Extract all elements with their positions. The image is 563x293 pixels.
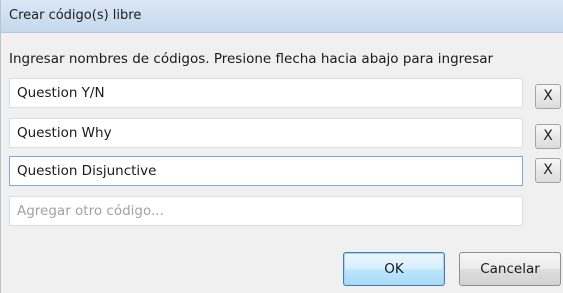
- instruction-text: Ingresar nombres de códigos. Presione fl…: [9, 51, 494, 67]
- new-code-input[interactable]: [9, 196, 523, 226]
- create-code-dialog: Crear código(s) libre Ingresar nombres d…: [0, 0, 563, 293]
- code-input-3[interactable]: [9, 156, 523, 186]
- dialog-title: Crear código(s) libre: [9, 8, 142, 23]
- code-input-2[interactable]: [9, 118, 523, 148]
- ok-button[interactable]: OK: [343, 252, 445, 286]
- title-bar: Crear código(s) libre: [1, 0, 563, 33]
- remove-code-1-button[interactable]: X: [535, 84, 561, 109]
- remove-code-3-button[interactable]: X: [535, 158, 561, 183]
- remove-code-2-button[interactable]: X: [535, 124, 561, 149]
- code-input-1[interactable]: [9, 78, 523, 108]
- cancel-button[interactable]: Cancelar: [459, 252, 561, 286]
